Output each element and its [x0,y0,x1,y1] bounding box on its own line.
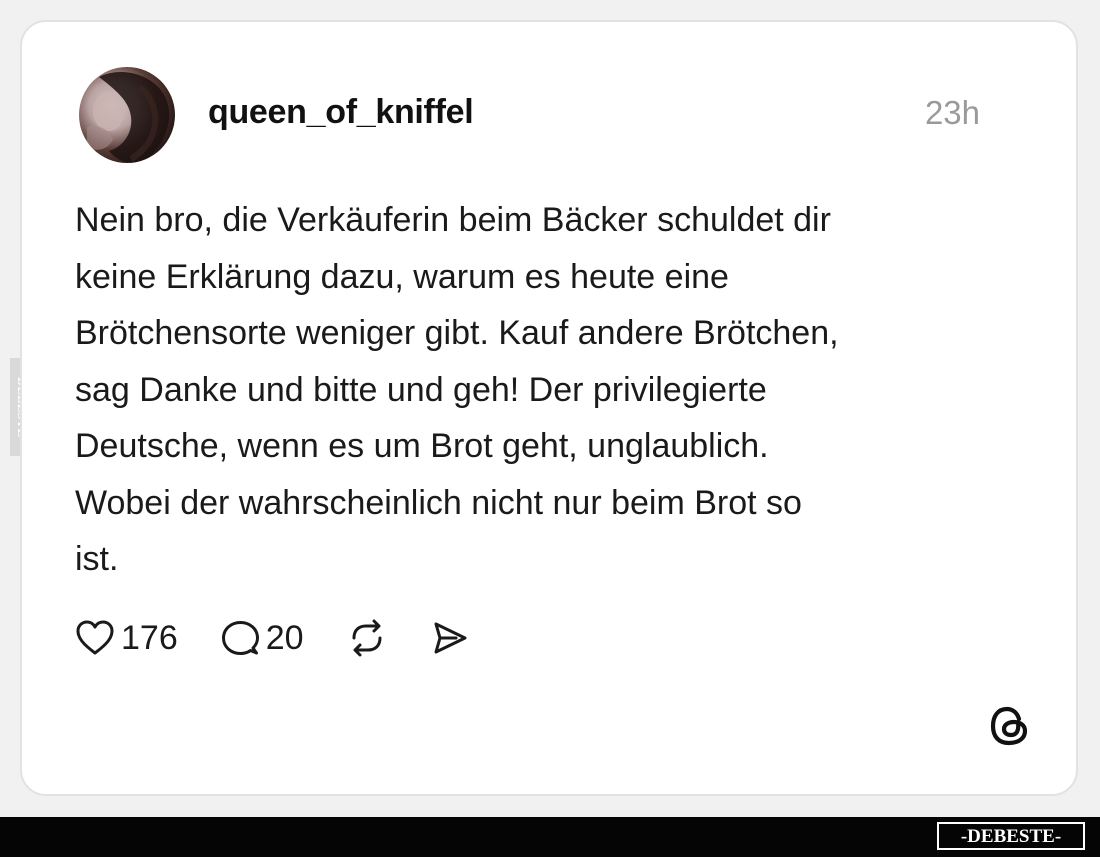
avatar[interactable] [79,67,175,163]
comment-count: 20 [265,618,304,657]
threads-logo-icon[interactable] [986,702,1034,750]
repost-icon [352,619,382,657]
like-button[interactable]: 176 [75,619,178,658]
action-bar: 176 20 [75,618,512,658]
bottom-bar: -DEBESTE- [0,817,1100,857]
post-card[interactable]: queen_of_kniffel 23h Nein bro, die Verkä… [20,20,1078,796]
page: DEBESTE queen_of_kniffel 23h Nein bro, d… [0,0,1100,857]
heart-icon [76,620,114,655]
post-text: Nein bro, die Verkäuferin beim Bäcker sc… [75,201,839,578]
like-count: 176 [121,618,178,657]
comment-bubble-icon [221,621,259,655]
debeste-watermark-logo: -DEBESTE- [937,822,1085,850]
username[interactable]: queen_of_kniffel [208,93,474,132]
comment-button[interactable]: 20 [220,619,304,658]
timestamp: 23h [924,94,980,131]
repost-button[interactable] [346,618,388,658]
send-icon [434,622,467,654]
svg-text:-DEBESTE-: -DEBESTE- [961,826,1061,847]
share-button[interactable] [430,619,470,657]
profile-photo-icon [87,72,170,163]
